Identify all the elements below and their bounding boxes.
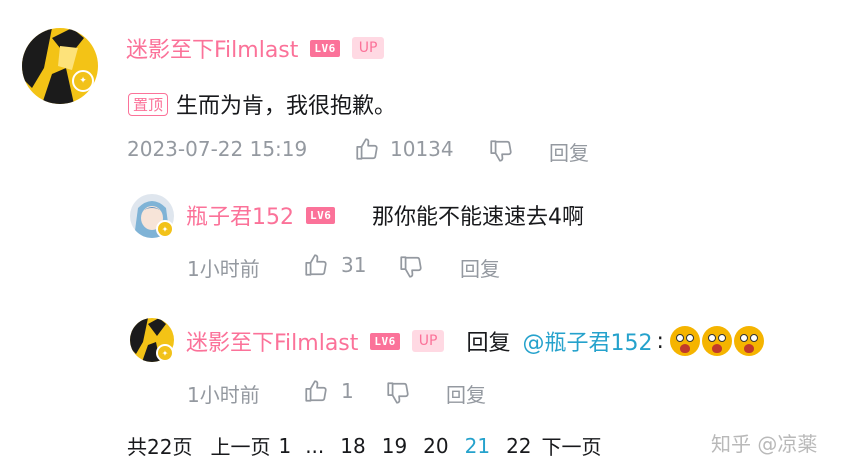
reply-button[interactable]: 回复 <box>460 253 500 282</box>
thumbs-down-icon[interactable] <box>385 380 411 406</box>
reply-button[interactable]: 回复 <box>446 379 486 408</box>
reply-button[interactable]: 回复 <box>549 137 589 166</box>
reply-username[interactable]: 迷影至下Filmlast <box>186 325 358 357</box>
thumbs-up-icon <box>303 252 329 278</box>
level-badge: LV6 <box>306 206 336 224</box>
verified-badge-icon: ✦ <box>156 220 174 238</box>
like-count: 10134 <box>390 137 454 161</box>
page-link[interactable]: 22 <box>506 434 531 458</box>
thumbs-up-icon <box>354 136 380 162</box>
like-count: 31 <box>341 253 367 277</box>
like-button[interactable]: 1 <box>303 378 354 404</box>
up-badge: UP <box>411 330 445 352</box>
watermark: 知乎 @凉薬 <box>711 432 818 456</box>
page-link[interactable]: 1 <box>278 434 291 458</box>
page-link[interactable]: 20 <box>423 434 448 458</box>
reply-time: 1小时前 <box>187 383 260 407</box>
prev-page-button[interactable]: 上一页 <box>210 431 270 460</box>
reply-colon: : <box>656 328 664 354</box>
verified-badge-icon: ✦ <box>156 344 174 362</box>
thumbs-down-icon[interactable] <box>488 138 514 164</box>
avatar[interactable] <box>22 28 98 104</box>
next-page-button[interactable]: 下一页 <box>542 431 602 460</box>
shocked-face-emoji <box>701 326 732 356</box>
shocked-face-emoji <box>733 326 764 356</box>
level-badge: LV6 <box>370 332 400 350</box>
comment-text: 生而为肯，我很抱歉。 <box>176 94 397 119</box>
comment-username[interactable]: 迷影至下Filmlast <box>126 32 298 64</box>
page-link[interactable]: 19 <box>382 434 407 458</box>
page-ellipsis: ... <box>305 433 325 458</box>
mention-link[interactable]: @瓶子君152 <box>523 325 653 357</box>
thumbs-up-icon <box>303 378 329 404</box>
current-page[interactable]: 21 <box>465 434 490 458</box>
page-link[interactable]: 18 <box>340 434 365 458</box>
level-badge: LV6 <box>310 39 340 57</box>
page-total: 共22页 <box>127 435 193 459</box>
reply-prefix: 回复 <box>466 331 511 356</box>
reply-text: 那你能不能速速去4啊 <box>372 205 584 230</box>
like-button[interactable]: 10134 <box>354 136 454 162</box>
like-count: 1 <box>341 379 354 403</box>
up-badge: UP <box>351 37 385 59</box>
verified-badge-icon: ✦ <box>72 70 94 92</box>
like-button[interactable]: 31 <box>303 252 366 278</box>
comment-timestamp: 2023-07-22 15:19 <box>127 137 308 161</box>
pinned-tag: 置顶 <box>128 92 169 116</box>
thumbs-down-icon[interactable] <box>398 254 424 280</box>
shocked-face-emoji <box>669 326 700 356</box>
reply-time: 1小时前 <box>187 257 260 281</box>
reply-username[interactable]: 瓶子君152 <box>186 199 294 231</box>
